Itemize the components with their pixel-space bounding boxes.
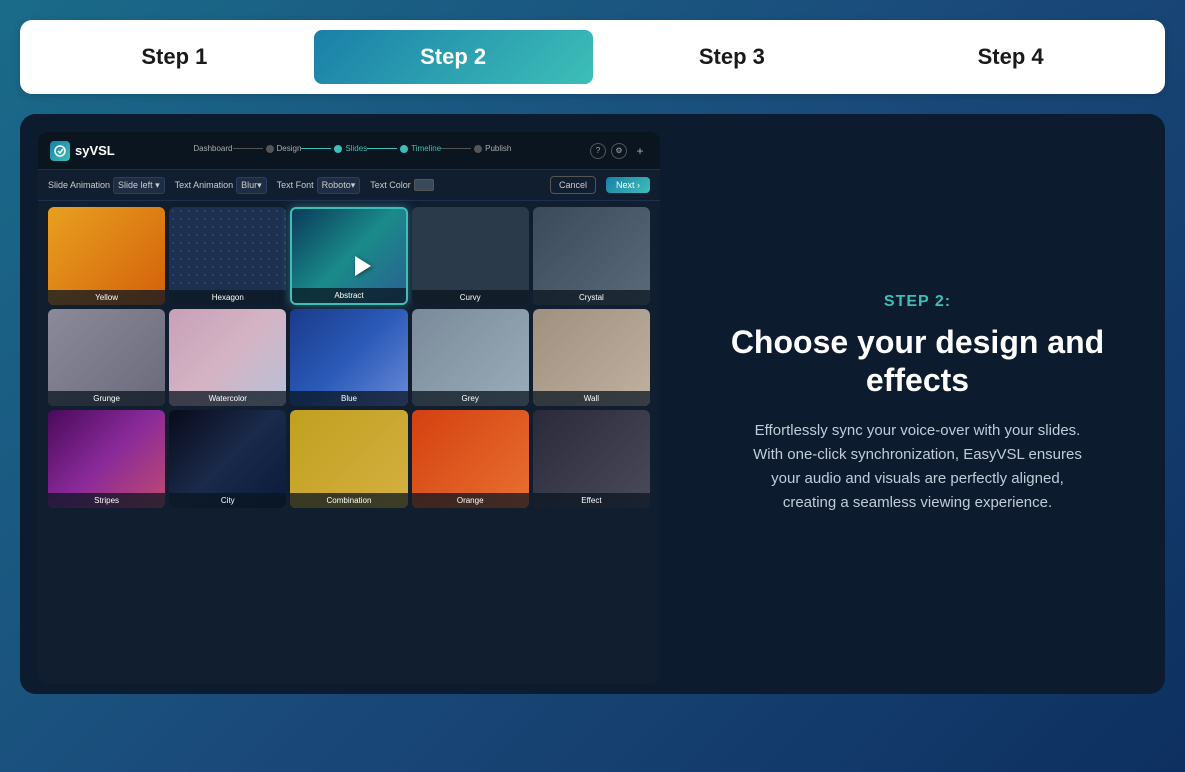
thumbnail-item[interactable]: Abstract [290,207,407,305]
thumbnail-label: Wall [533,391,650,406]
main-content: syVSL Dashboard Design Slides Timeline [20,114,1165,694]
thumbnail-item[interactable]: Curvy [412,207,529,305]
nav-design: Design [277,144,302,153]
thumbnail-item[interactable]: Hexagon [169,207,286,305]
nav-slides: Slides [345,144,367,153]
nav-dot-1 [266,145,274,153]
thumbnail-label: Watercolor [169,391,286,406]
thumbnail-item[interactable]: Grunge [48,309,165,407]
color-picker[interactable] [414,179,434,191]
blur-dropdown[interactable]: Blur▾ [236,177,267,194]
nav-publish: Publish [485,144,511,153]
thumbnail-label: Stripes [48,493,165,508]
thumbnail-item[interactable]: City [169,410,286,508]
nav-dot-3 [400,145,408,153]
slide-left-dropdown[interactable]: Slide left ▾ [113,177,165,194]
nav-line-2 [301,148,331,149]
step-4[interactable]: Step 4 [871,30,1150,84]
nav-line-4 [441,148,471,149]
text-color-label: Text Color [370,180,411,190]
settings-icon[interactable]: ⚙ [611,143,627,159]
nav-dot-4 [474,145,482,153]
help-icon[interactable]: ? [590,143,606,159]
step-3[interactable]: Step 3 [593,30,872,84]
next-button[interactable]: Next › [606,177,650,193]
thumbnail-label: Yellow [48,290,165,305]
text-animation-label: Text Animation [175,180,234,190]
thumbnail-item[interactable]: Blue [290,309,407,407]
thumbnail-label: Effect [533,493,650,508]
info-description: Effortlessly sync your voice-over with y… [753,419,1083,515]
thumbnail-label: Orange [412,493,529,508]
slide-animation-label: Slide Animation [48,180,110,190]
thumbnail-item[interactable]: Yellow [48,207,165,305]
nav-dashboard: Dashboard [193,144,232,153]
app-logo-icon [50,141,70,161]
nav-dot-2 [334,145,342,153]
app-mockup: syVSL Dashboard Design Slides Timeline [20,114,670,694]
thumbnail-item[interactable]: Watercolor [169,309,286,407]
thumbnail-grid: Yellow Hexagon Abstract Curvy Crystal Gr… [38,201,660,514]
app-topbar: syVSL Dashboard Design Slides Timeline [38,132,660,169]
thumbnail-label: Abstract [292,288,405,303]
app-window: syVSL Dashboard Design Slides Timeline [38,132,660,684]
thumbnail-label: Combination [290,493,407,508]
info-title: Choose your design and effects [710,323,1125,400]
nav-timeline: Timeline [411,144,441,153]
thumbnail-label: Grey [412,391,529,406]
thumbnail-label: Hexagon [169,290,286,305]
step-2[interactable]: Step 2 [314,30,593,84]
thumbnail-item[interactable]: Combination [290,410,407,508]
slide-animation-control: Slide Animation Slide left ▾ [48,177,165,194]
thumbnail-item[interactable]: Orange [412,410,529,508]
thumbnail-label: City [169,493,286,508]
step-1[interactable]: Step 1 [35,30,314,84]
app-logo: syVSL [50,141,115,161]
step-label: STEP 2: [884,293,951,311]
thumbnail-label: Blue [290,391,407,406]
thumbnail-label: Crystal [533,290,650,305]
thumbnail-label: Grunge [48,391,165,406]
info-panel: STEP 2: Choose your design and effects E… [670,114,1165,694]
text-animation-control: Text Animation Blur▾ [175,177,267,194]
app-nav: Dashboard Design Slides Timeline Publish [123,140,582,161]
cancel-button[interactable]: Cancel [550,176,596,194]
app-toolbar: Slide Animation Slide left ▾ Text Animat… [38,169,660,201]
topbar-icons: ? ⚙ + [590,143,648,159]
thumbnail-item[interactable]: Stripes [48,410,165,508]
thumbnail-item[interactable]: Effect [533,410,650,508]
text-font-label: Text Font [277,180,314,190]
nav-line-1 [233,148,263,149]
text-color-control: Text Color [370,179,434,191]
font-dropdown[interactable]: Roboto▾ [317,177,361,194]
thumbnail-item[interactable]: Crystal [533,207,650,305]
add-icon[interactable]: + [632,143,648,159]
nav-line-3 [367,148,397,149]
thumbnail-label: Curvy [412,290,529,305]
app-logo-text: syVSL [75,143,115,158]
thumbnail-item[interactable]: Wall [533,309,650,407]
thumbnail-item[interactable]: Grey [412,309,529,407]
steps-bar: Step 1 Step 2 Step 3 Step 4 [20,20,1165,94]
text-font-control: Text Font Roboto▾ [277,177,361,194]
